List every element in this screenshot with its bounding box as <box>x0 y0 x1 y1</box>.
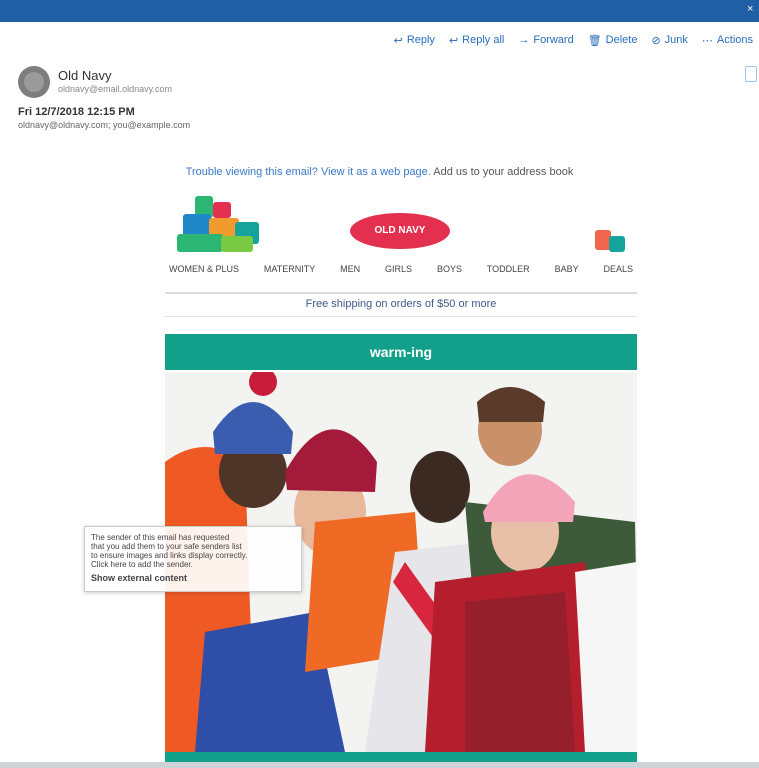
junk-button[interactable]: ⊘ Junk <box>651 34 687 47</box>
show-external-content-link[interactable]: Show external content <box>91 573 295 583</box>
forward-label: Forward <box>533 34 574 46</box>
gift-box-small-graphic <box>589 226 631 252</box>
message-toolbar: ↩ Reply ↩ Reply all → Forward 🗑 Delete ⊘… <box>394 28 759 52</box>
junk-label: Junk <box>664 34 688 46</box>
divider <box>165 292 637 294</box>
nav-item[interactable]: MEN <box>336 264 364 280</box>
delete-label: Delete <box>605 34 638 46</box>
shipping-promo[interactable]: Free shipping on orders of $50 or more <box>165 298 637 310</box>
tooltip-line: The sender of this email has requested <box>91 533 230 542</box>
reply-all-icon: ↩ <box>448 34 459 47</box>
divider <box>165 316 637 317</box>
category-nav: WOMEN & PLUS MATERNITY MEN GIRLS BOYS TO… <box>165 264 637 280</box>
reply-icon: ↩ <box>393 34 403 47</box>
sent-date: Fri 12/7/2018 12:15 PM <box>18 106 135 118</box>
nav-item[interactable]: WOMEN & PLUS <box>165 264 243 280</box>
promo-banner[interactable]: warm-ing <box>165 334 637 370</box>
forward-button[interactable]: → Forward <box>518 34 573 46</box>
nav-item[interactable]: MATERNITY <box>260 264 319 280</box>
nav-item[interactable]: TODDLER <box>483 264 534 280</box>
close-icon[interactable]: × <box>747 3 755 15</box>
tooltip-line: to ensure images and links display corre… <box>91 551 248 560</box>
actions-button[interactable]: ⋯ Actions <box>702 34 753 47</box>
forward-icon: → <box>518 34 530 46</box>
reply-all-button[interactable]: ↩ Reply all <box>449 34 504 47</box>
tooltip-line: Click here to add the sender. <box>91 560 193 569</box>
nav-item[interactable]: DEALS <box>599 264 637 280</box>
sender-name[interactable]: Old Navy <box>58 68 111 83</box>
sender-email: oldnavy@email.oldnavy.com <box>58 84 173 94</box>
reply-button[interactable]: ↩ Reply <box>394 34 435 47</box>
more-icon: ⋯ <box>701 34 713 47</box>
add-address-book-text: Add us to your address book <box>433 166 574 178</box>
delete-button[interactable]: 🗑 Delete <box>588 34 638 47</box>
actions-label: Actions <box>716 34 753 46</box>
junk-icon: ⊘ <box>651 34 661 47</box>
bottom-edge-bar <box>0 762 759 768</box>
nav-item[interactable]: BOYS <box>433 264 466 280</box>
nav-item[interactable]: GIRLS <box>381 264 416 280</box>
window-titlebar: × <box>0 0 759 22</box>
email-body: OLD NAVY WOMEN & PLUS MATERNITY MEN GIRL… <box>165 186 637 768</box>
preview-line: Trouble viewing this email? View it as a… <box>0 166 759 178</box>
tooltip-line: that you add them to your safe senders l… <box>91 542 242 551</box>
reply-all-label: Reply all <box>462 34 505 46</box>
avatar[interactable] <box>18 66 50 98</box>
quick-reply-icon[interactable] <box>745 66 757 82</box>
recipients: oldnavy@oldnavy.com; you@example.com <box>18 120 191 130</box>
nav-item[interactable]: BABY <box>551 264 583 280</box>
delete-icon: 🗑 <box>587 34 602 47</box>
brand-logo[interactable]: OLD NAVY <box>350 213 450 249</box>
external-content-tooltip[interactable]: The sender of this email has requested t… <box>84 526 302 592</box>
view-as-webpage-link[interactable]: Trouble viewing this email? View it as a… <box>186 166 431 178</box>
gift-boxes-graphic <box>173 192 265 254</box>
reply-label: Reply <box>406 34 435 46</box>
